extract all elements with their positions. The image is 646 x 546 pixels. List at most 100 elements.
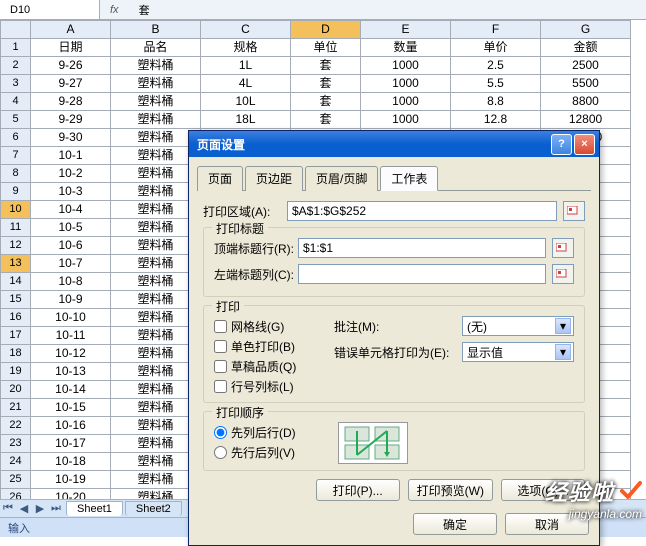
cell[interactable]: 塑料桶 — [111, 219, 201, 237]
name-box[interactable]: D10 — [0, 0, 100, 19]
cell[interactable]: 塑料桶 — [111, 399, 201, 417]
tab-nav-prev-icon[interactable]: ◀ — [16, 501, 32, 517]
cell[interactable]: 8.8 — [451, 93, 541, 111]
print-area-picker-icon[interactable] — [563, 201, 585, 221]
cell[interactable]: 单价 — [451, 39, 541, 57]
cell[interactable]: 10-5 — [31, 219, 111, 237]
top-row-input[interactable]: $1:$1 — [298, 238, 546, 258]
cell[interactable]: 塑料桶 — [111, 147, 201, 165]
cell[interactable]: 塑料桶 — [111, 327, 201, 345]
cell[interactable]: 1000 — [361, 75, 451, 93]
cell[interactable]: 套 — [291, 57, 361, 75]
row-header[interactable]: 4 — [1, 93, 31, 111]
cell[interactable]: 9-28 — [31, 93, 111, 111]
row-header[interactable]: 16 — [1, 309, 31, 327]
row-header[interactable]: 15 — [1, 291, 31, 309]
draft-checkbox[interactable]: 草稿品质(Q) — [214, 356, 334, 376]
cell[interactable]: 10-17 — [31, 435, 111, 453]
column-header-A[interactable]: A — [31, 21, 111, 39]
tab-nav-next-icon[interactable]: ▶ — [32, 501, 48, 517]
cell[interactable]: 10-19 — [31, 471, 111, 489]
sheet-tab-1[interactable]: Sheet1 — [66, 501, 123, 516]
cell[interactable]: 塑料桶 — [111, 183, 201, 201]
cell[interactable]: 1L — [201, 57, 291, 75]
cell[interactable]: 10-11 — [31, 327, 111, 345]
cell[interactable]: 10-14 — [31, 381, 111, 399]
cell[interactable]: 9-29 — [31, 111, 111, 129]
cell[interactable]: 塑料桶 — [111, 201, 201, 219]
cancel-button[interactable]: 取消 — [505, 513, 589, 535]
cell[interactable]: 塑料桶 — [111, 489, 201, 500]
cell[interactable]: 5.5 — [451, 75, 541, 93]
cell[interactable]: 套 — [291, 93, 361, 111]
tab-header-footer[interactable]: 页眉/页脚 — [305, 166, 378, 191]
cell[interactable]: 单位 — [291, 39, 361, 57]
cell[interactable]: 塑料桶 — [111, 111, 201, 129]
cell[interactable]: 10-9 — [31, 291, 111, 309]
row-header[interactable]: 1 — [1, 39, 31, 57]
row-header[interactable]: 14 — [1, 273, 31, 291]
cell[interactable]: 塑料桶 — [111, 309, 201, 327]
cell[interactable]: 10-4 — [31, 201, 111, 219]
row-header[interactable]: 11 — [1, 219, 31, 237]
column-header-E[interactable]: E — [361, 21, 451, 39]
row-header[interactable]: 5 — [1, 111, 31, 129]
row-header[interactable]: 26 — [1, 489, 31, 500]
cell[interactable]: 10-1 — [31, 147, 111, 165]
cell[interactable]: 塑料桶 — [111, 93, 201, 111]
cell[interactable]: 10-6 — [31, 237, 111, 255]
row-header[interactable]: 20 — [1, 381, 31, 399]
errors-combo[interactable]: 显示值 ▾ — [462, 342, 574, 362]
cell[interactable]: 10-3 — [31, 183, 111, 201]
cell[interactable]: 10L — [201, 93, 291, 111]
cell[interactable]: 10-2 — [31, 165, 111, 183]
notes-combo[interactable]: (无) ▾ — [462, 316, 574, 336]
row-header[interactable]: 24 — [1, 453, 31, 471]
column-header-C[interactable]: C — [201, 21, 291, 39]
cell[interactable]: 1000 — [361, 93, 451, 111]
column-header-B[interactable]: B — [111, 21, 201, 39]
cell[interactable]: 10-16 — [31, 417, 111, 435]
print-area-input[interactable]: $A$1:$G$252 — [287, 201, 557, 221]
cell[interactable]: 塑料桶 — [111, 255, 201, 273]
cell[interactable]: 5500 — [541, 75, 631, 93]
close-button[interactable]: × — [574, 134, 595, 155]
cell[interactable]: 9-27 — [31, 75, 111, 93]
help-button[interactable]: ? — [551, 134, 572, 155]
cell[interactable]: 12800 — [541, 111, 631, 129]
dialog-titlebar[interactable]: 页面设置 ? × — [189, 131, 599, 157]
cell[interactable]: 10-18 — [31, 453, 111, 471]
cell[interactable]: 塑料桶 — [111, 363, 201, 381]
tab-page[interactable]: 页面 — [197, 166, 243, 191]
tab-nav-last-icon[interactable]: ⏭ — [48, 501, 64, 517]
column-header-F[interactable]: F — [451, 21, 541, 39]
cell[interactable]: 10-12 — [31, 345, 111, 363]
cell[interactable]: 10-15 — [31, 399, 111, 417]
cell[interactable]: 18L — [201, 111, 291, 129]
cell[interactable]: 塑料桶 — [111, 345, 201, 363]
cell[interactable]: 10-10 — [31, 309, 111, 327]
row-header[interactable]: 19 — [1, 363, 31, 381]
row-header[interactable]: 2 — [1, 57, 31, 75]
cell[interactable]: 塑料桶 — [111, 273, 201, 291]
cell[interactable]: 2500 — [541, 57, 631, 75]
cell[interactable]: 塑料桶 — [111, 435, 201, 453]
tab-sheet[interactable]: 工作表 — [380, 166, 438, 191]
cell[interactable]: 塑料桶 — [111, 417, 201, 435]
cell[interactable]: 10-7 — [31, 255, 111, 273]
preview-button[interactable]: 打印预览(W) — [408, 479, 493, 501]
row-header[interactable]: 17 — [1, 327, 31, 345]
row-header[interactable]: 21 — [1, 399, 31, 417]
cell[interactable]: 10-13 — [31, 363, 111, 381]
cell[interactable]: 套 — [291, 75, 361, 93]
cell[interactable]: 4L — [201, 75, 291, 93]
row-header[interactable]: 12 — [1, 237, 31, 255]
rowcol-checkbox[interactable]: 行号列标(L) — [214, 376, 334, 396]
row-header[interactable]: 8 — [1, 165, 31, 183]
gridlines-checkbox[interactable]: 网格线(G) — [214, 316, 334, 336]
cell[interactable]: 1000 — [361, 57, 451, 75]
cell[interactable]: 9-26 — [31, 57, 111, 75]
left-col-input[interactable] — [298, 264, 546, 284]
cell[interactable]: 日期 — [31, 39, 111, 57]
row-header[interactable]: 13 — [1, 255, 31, 273]
